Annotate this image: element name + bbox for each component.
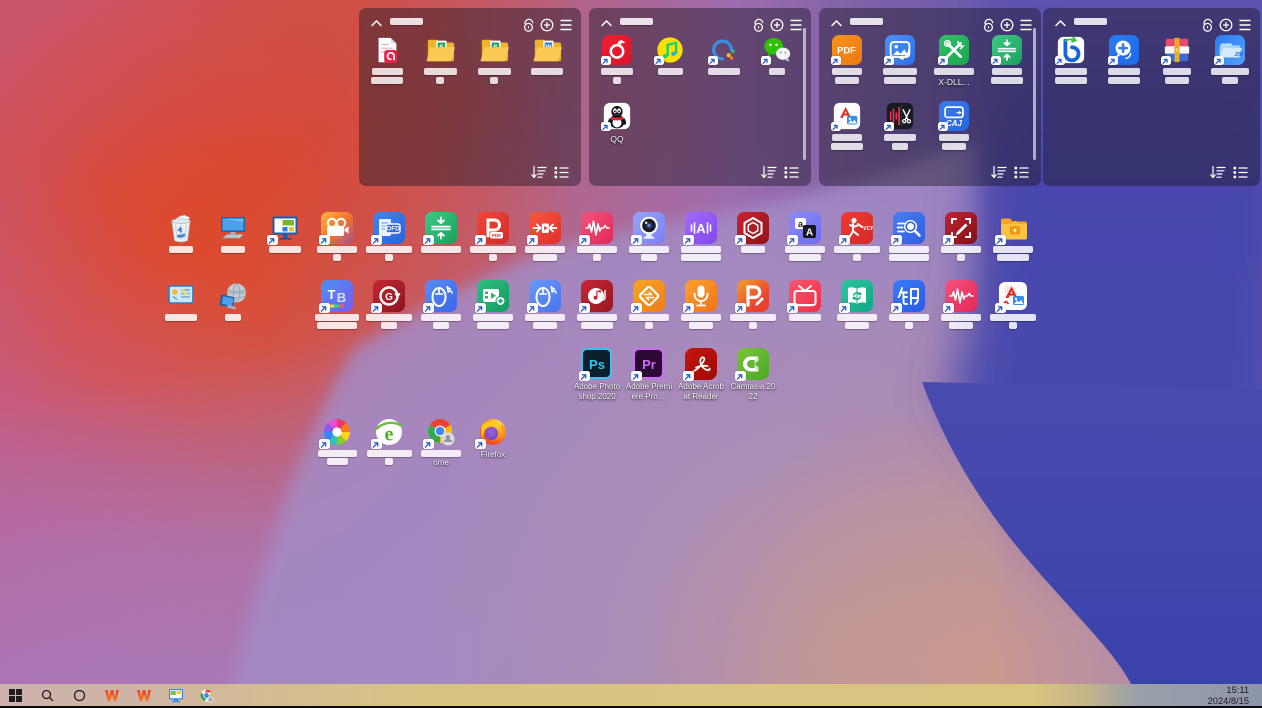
- svg-text:ZIP: ZIP: [1234, 52, 1244, 58]
- svg-text:e: e: [385, 424, 394, 446]
- svg-text:CAJ: CAJ: [946, 119, 962, 128]
- svg-text:OFD: OFD: [386, 226, 400, 233]
- svg-text:B: B: [337, 290, 346, 305]
- svg-text:A: A: [806, 228, 813, 239]
- svg-text:PDF: PDF: [492, 233, 501, 238]
- svg-text:G: G: [385, 292, 393, 303]
- svg-text:Pr: Pr: [642, 357, 656, 372]
- svg-text:A: A: [696, 221, 706, 236]
- svg-text:Ps: Ps: [589, 357, 605, 372]
- svg-text:T: T: [328, 287, 336, 302]
- svg-text:PDF: PDF: [837, 45, 856, 55]
- svg-text:VCF: VCF: [863, 226, 873, 232]
